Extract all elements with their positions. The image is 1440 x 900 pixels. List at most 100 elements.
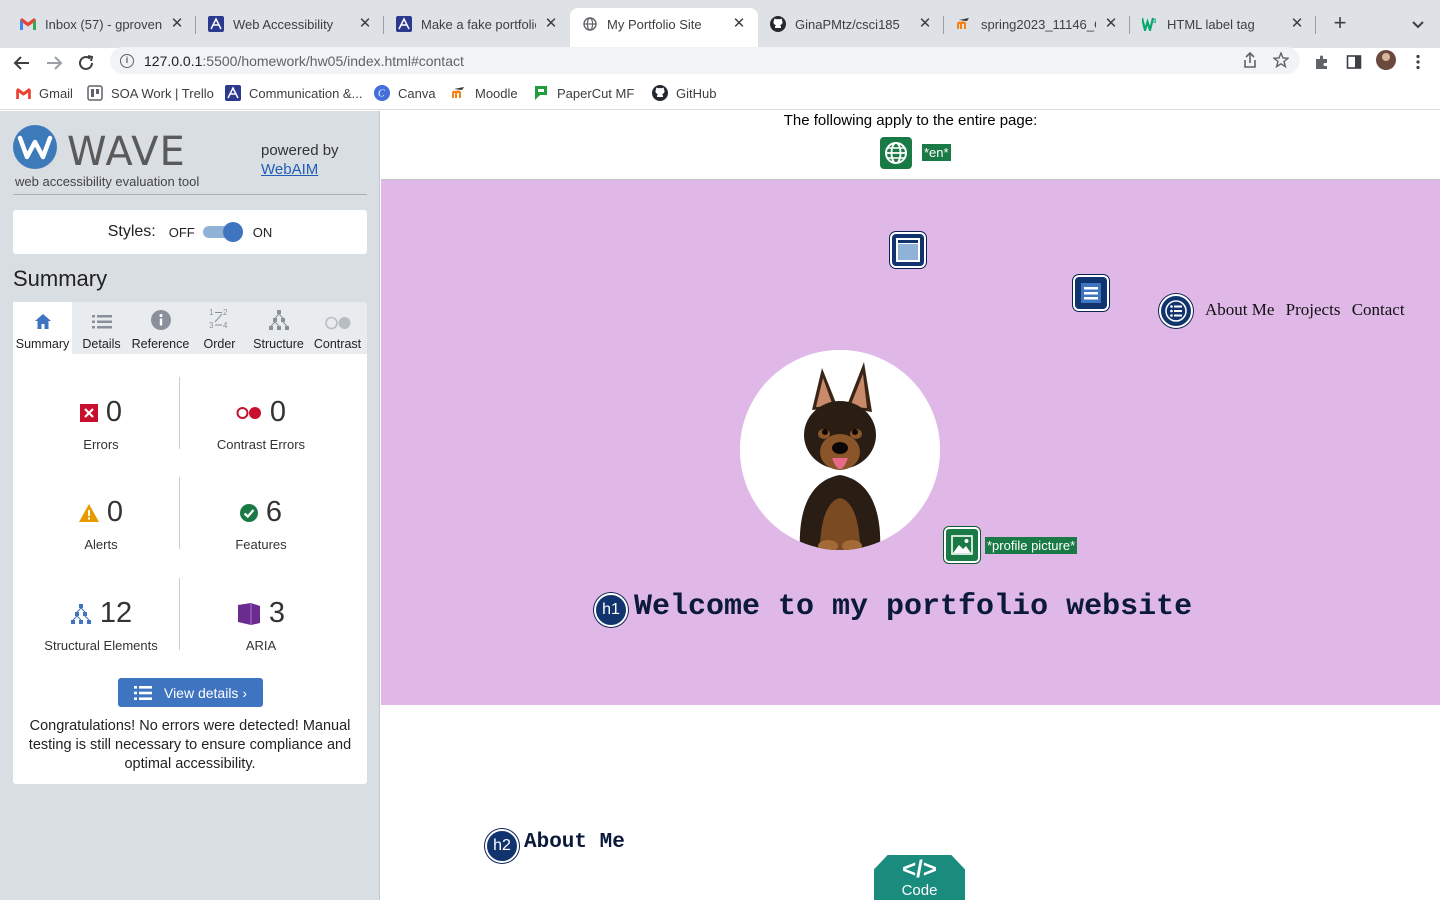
bookmark-label: Gmail xyxy=(39,85,73,101)
papercut-icon xyxy=(533,85,549,101)
wave-tabs: Summary Details Reference 1234 Order Str… xyxy=(13,302,367,354)
w3schools-icon: 3 xyxy=(1142,16,1158,32)
close-icon[interactable]: ✕ xyxy=(356,15,374,33)
bookmark-gmail[interactable]: Gmail xyxy=(15,85,73,101)
close-icon[interactable]: ✕ xyxy=(542,15,560,33)
puzzle-icon xyxy=(1316,55,1327,69)
svg-text:2: 2 xyxy=(223,308,228,317)
bookmark-star-icon[interactable] xyxy=(1272,51,1290,69)
tab-web-accessibility[interactable]: Web Accessibility ✕ xyxy=(196,8,384,40)
close-icon[interactable]: ✕ xyxy=(916,15,934,33)
bookmark-github[interactable]: GitHub xyxy=(652,85,716,101)
address-bar[interactable]: i 127.0.0.1:5500/homework/hw05/index.htm… xyxy=(110,47,1300,74)
structural-label: Structural Elements xyxy=(44,638,158,653)
reload-button[interactable] xyxy=(73,50,99,76)
code-symbol: </> xyxy=(902,856,937,883)
tab-title: Web Accessibility xyxy=(233,16,334,32)
browser-menu-button[interactable] xyxy=(1406,50,1430,74)
extensions-button[interactable] xyxy=(1310,50,1334,74)
nav-link-contact[interactable]: Contact xyxy=(1352,300,1405,319)
tab-gmail[interactable]: Inbox (57) - gprovenc ✕ xyxy=(8,8,196,40)
tab-details[interactable]: Details xyxy=(72,302,131,354)
summary-heading: Summary xyxy=(13,266,108,291)
tab-title: My Portfolio Site xyxy=(607,16,702,32)
view-details-button[interactable]: View details › xyxy=(118,678,263,707)
nav-link-projects[interactable]: Projects xyxy=(1286,300,1341,319)
view-details-label: View details › xyxy=(163,684,247,701)
bookmark-moodle[interactable]: Moodle xyxy=(451,85,518,101)
info-icon xyxy=(150,310,171,330)
wave-logo-text: WAVE xyxy=(67,129,186,175)
close-icon[interactable]: ✕ xyxy=(1288,15,1306,33)
moodle-a-icon xyxy=(208,16,224,32)
errors-count: 0 xyxy=(105,396,123,428)
site-info-icon[interactable]: i xyxy=(120,53,134,68)
tab-html-label[interactable]: 3 HTML label tag ✕ xyxy=(1130,8,1316,40)
image-alt-icon[interactable] xyxy=(944,527,980,563)
moodle-hat-icon xyxy=(956,16,972,32)
bookmark-label: GitHub xyxy=(676,85,717,101)
stat-alerts[interactable]: 0 Alerts xyxy=(21,496,181,552)
tab-spring2023[interactable]: spring2023_11146_C ✕ xyxy=(944,8,1130,40)
bookmark-communication[interactable]: Communication &... xyxy=(225,85,362,101)
navigation-landmark-icon[interactable] xyxy=(1159,294,1193,328)
webaim-link[interactable]: WebAIM xyxy=(261,161,318,178)
close-icon[interactable]: ✕ xyxy=(168,15,186,33)
stat-contrast-errors[interactable]: 0 Contrast Errors xyxy=(181,396,341,452)
tab-my-portfolio-site[interactable]: My Portfolio Site ✕ xyxy=(570,8,758,48)
tab-reference[interactable]: Reference xyxy=(131,302,190,354)
summary-panel: 0 Errors 0 Contrast Errors 0 Alerts 6 Fe… xyxy=(13,354,367,784)
url-host: 127.0.0.1 xyxy=(144,52,203,69)
powered-by-label: powered by xyxy=(261,142,339,159)
url-path: :5500/homework/hw05/index.html#contact xyxy=(202,52,464,69)
svg-text:C: C xyxy=(378,89,385,100)
tab-summary[interactable]: Summary xyxy=(13,302,72,354)
github-icon xyxy=(652,85,668,101)
h1-badge[interactable]: h1 xyxy=(594,593,628,627)
about-me-heading: About Me xyxy=(524,831,625,854)
side-panel-button[interactable] xyxy=(1342,50,1366,74)
bookmark-trello[interactable]: SOA Work | Trello xyxy=(87,85,214,101)
structure-icon xyxy=(268,310,289,330)
tab-search-button[interactable] xyxy=(1408,14,1428,34)
tab-title: GinaPMtz/csci185 xyxy=(795,16,900,32)
code-icon[interactable]: </> Code xyxy=(874,855,965,900)
stat-errors[interactable]: 0 Errors xyxy=(21,396,181,452)
contrast-errors-count: 0 xyxy=(269,396,287,428)
stat-aria[interactable]: 3 ARIA xyxy=(181,597,341,653)
bookmark-papercut[interactable]: PaperCut MF xyxy=(533,85,634,101)
tab-github[interactable]: GinaPMtz/csci185 ✕ xyxy=(758,8,944,40)
h2-badge[interactable]: h2 xyxy=(485,829,519,863)
new-tab-button[interactable]: + xyxy=(1329,12,1351,35)
tab-strip: Inbox (57) - gprovenc ✕ Web Accessibilit… xyxy=(0,0,1440,48)
gmail-icon xyxy=(15,85,31,101)
chevron-down-icon xyxy=(1412,21,1424,29)
page-title: Welcome to my portfolio website xyxy=(634,590,1193,624)
tab-order[interactable]: 1234 Order xyxy=(190,302,249,354)
stat-structural[interactable]: 12 Structural Elements xyxy=(21,597,181,653)
order-icon: 1 23 4 xyxy=(209,308,228,330)
structural-count: 12 xyxy=(99,597,133,629)
close-icon[interactable]: ✕ xyxy=(1102,15,1120,33)
language-globe-icon[interactable] xyxy=(880,137,912,169)
tab-structure[interactable]: Structure xyxy=(249,302,308,354)
header-landmark-icon[interactable] xyxy=(890,232,926,268)
bookmark-label: Canva xyxy=(398,85,436,101)
tab-fake-portfolio[interactable]: Make a fake portfolio ✕ xyxy=(384,8,570,40)
share-icon[interactable] xyxy=(1241,51,1259,69)
nav-link-about-me[interactable]: About Me xyxy=(1205,300,1274,319)
profile-avatar[interactable] xyxy=(1376,50,1396,70)
close-icon[interactable]: ✕ xyxy=(730,15,748,33)
bookmark-label: SOA Work | Trello xyxy=(111,85,214,101)
features-count: 6 xyxy=(265,496,283,528)
language-tag: *en* xyxy=(922,144,951,161)
list-icon xyxy=(133,685,152,700)
back-button[interactable] xyxy=(9,50,35,76)
styles-toggle[interactable] xyxy=(202,221,245,243)
tab-contrast[interactable]: Contrast xyxy=(308,302,367,354)
main-landmark-icon[interactable] xyxy=(1073,275,1109,311)
stat-features[interactable]: 6 Features xyxy=(181,496,341,552)
bookmark-canva[interactable]: C Canva xyxy=(374,85,436,101)
arrow-right-icon xyxy=(47,56,63,70)
forward-button[interactable] xyxy=(41,50,67,76)
